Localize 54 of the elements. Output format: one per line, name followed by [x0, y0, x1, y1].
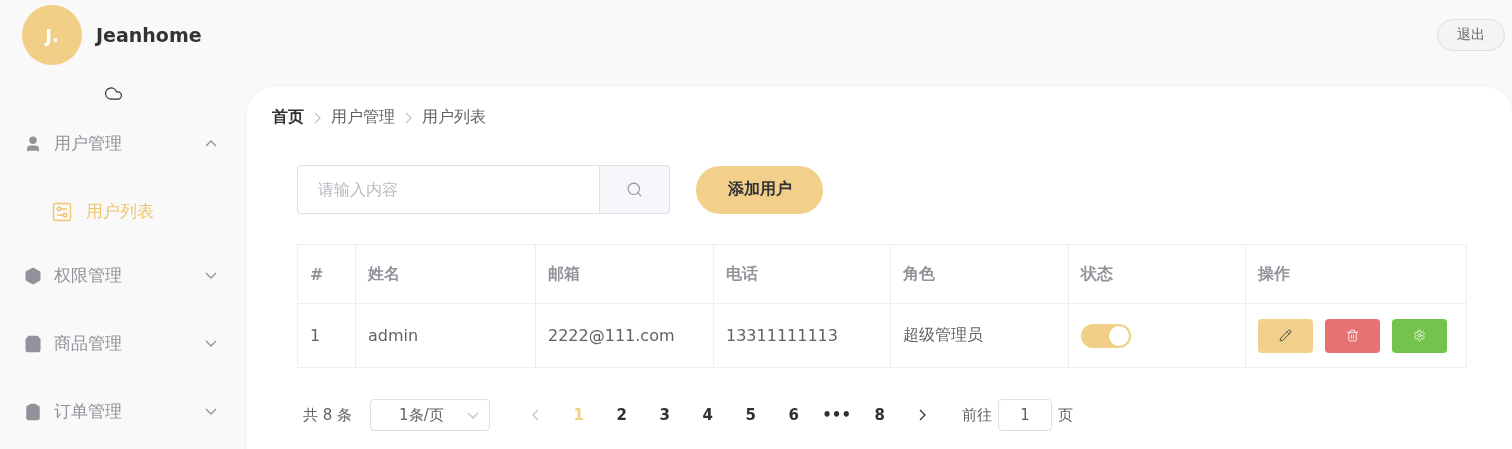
column-header: 状态	[1068, 244, 1246, 304]
goto-label: 前往	[962, 405, 993, 425]
breadcrumb-item[interactable]: 用户管理	[331, 107, 395, 128]
search-field[interactable]: 请输入内容	[297, 165, 600, 214]
page-button[interactable]: 4	[686, 399, 730, 431]
search-button[interactable]	[600, 165, 670, 214]
column-header: 角色	[890, 244, 1069, 304]
user-icon	[24, 134, 42, 153]
column-header: 电话	[713, 244, 891, 304]
search-icon	[626, 181, 643, 198]
table-cell: 1	[297, 303, 356, 368]
table-cell: 超级管理员	[890, 303, 1069, 368]
column-header: 邮箱	[535, 244, 714, 304]
column-header: #	[297, 244, 356, 304]
page-button[interactable]: 5	[729, 399, 773, 431]
edit-button[interactable]	[1258, 318, 1313, 353]
table-cell: admin	[355, 303, 536, 368]
list-icon	[52, 201, 72, 222]
delete-button[interactable]	[1325, 318, 1380, 353]
page-suffix: 页	[1058, 405, 1074, 425]
page-button[interactable]: 3	[643, 399, 687, 431]
breadcrumb-item[interactable]: 用户列表	[422, 107, 486, 128]
chevron-down-icon	[205, 408, 217, 415]
status-switch[interactable]	[1081, 323, 1131, 348]
chevron-up-icon	[205, 140, 217, 147]
column-header: 姓名	[355, 244, 536, 304]
avatar: J.	[22, 5, 82, 65]
username: Jeanhome	[96, 24, 202, 46]
chevron-down-icon	[467, 411, 480, 419]
add-user-button[interactable]: 添加用户	[696, 165, 823, 214]
page-button[interactable]: 6	[772, 399, 816, 431]
page-button[interactable]: 2	[600, 399, 644, 431]
pencil-icon	[1279, 329, 1292, 342]
logout-button[interactable]: 退出	[1437, 19, 1505, 51]
table-cell: 13311111113	[713, 303, 891, 368]
total-count: 共 8 条	[303, 405, 353, 425]
page-button[interactable]: 8	[858, 399, 902, 431]
page-button[interactable]: •••	[815, 399, 859, 431]
table-cell: 2222@111.com	[535, 303, 714, 368]
chevron-down-icon	[205, 272, 217, 279]
cloud-icon[interactable]	[104, 84, 123, 103]
page-jump-field[interactable]: 1	[998, 399, 1053, 431]
chevron-right-icon	[919, 409, 927, 421]
settings-button[interactable]	[1392, 318, 1447, 353]
chevron-down-icon	[205, 340, 217, 347]
chevron-right-icon	[405, 111, 412, 124]
chevron-left-icon	[532, 409, 540, 421]
trash-icon	[1346, 329, 1359, 342]
column-header: 操作	[1245, 244, 1467, 304]
box-icon	[24, 266, 42, 285]
page-size-select[interactable]: 1条/页	[370, 399, 491, 431]
breadcrumb-item[interactable]: 首页	[272, 107, 304, 128]
gear-icon	[1413, 329, 1426, 342]
chevron-right-icon	[314, 111, 321, 124]
